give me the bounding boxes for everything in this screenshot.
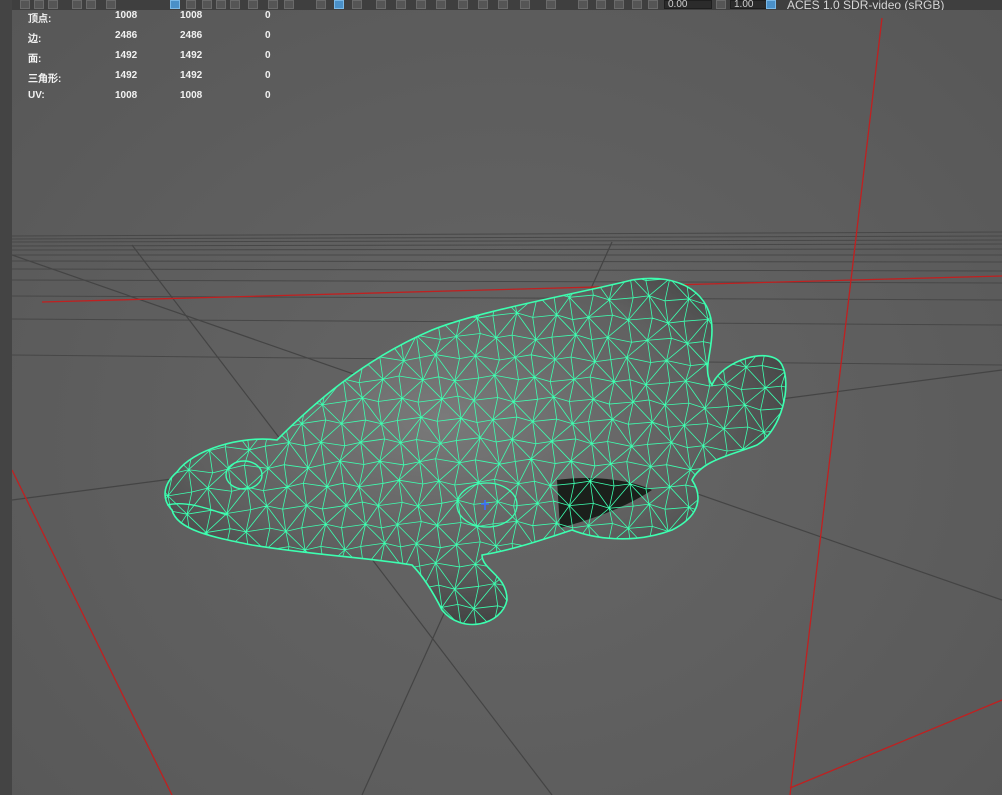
field-chart-icon[interactable] (396, 0, 406, 9)
hud-value: 1008 (115, 10, 138, 21)
safe-action-icon[interactable] (376, 0, 386, 9)
hud-value: 0 (265, 50, 271, 61)
resolution-gate-icon[interactable] (352, 0, 362, 9)
hud-value: 2486 (180, 30, 203, 41)
hud-icon[interactable] (520, 0, 530, 9)
hud-value: 2486 (115, 30, 138, 41)
hud-value: 1492 (180, 50, 203, 61)
ambient-occlusion-icon[interactable] (436, 0, 446, 9)
lights-icon[interactable] (416, 0, 426, 9)
hud-label: 面: (28, 54, 42, 65)
hud-value: 1492 (115, 50, 138, 61)
hud-value: 1008 (115, 90, 138, 101)
hud-value: 0 (265, 10, 271, 21)
pick-walk-icon[interactable] (546, 0, 556, 9)
hud-label: UV: (28, 90, 45, 101)
grid-icon[interactable] (170, 0, 180, 9)
rotate-icon[interactable] (86, 0, 96, 9)
hud-value: 0 (265, 30, 271, 41)
hud-value: 1008 (180, 90, 203, 101)
xray-icon[interactable] (284, 0, 294, 9)
motion-blur-icon[interactable] (458, 0, 468, 9)
lasso-icon[interactable] (34, 0, 44, 9)
exposure-field[interactable]: 0.00 (664, 0, 712, 10)
light-icon[interactable] (230, 0, 240, 9)
camera-icon[interactable] (316, 0, 326, 9)
fish-mesh[interactable] (149, 250, 805, 641)
playblast-icon[interactable] (596, 0, 606, 9)
shaded-icon[interactable] (202, 0, 212, 9)
hud-label: 三角形: (28, 74, 62, 85)
fish-body (165, 278, 786, 625)
scale-icon[interactable] (106, 0, 116, 9)
depth-of-field-icon[interactable] (498, 0, 508, 9)
hud-label: 顶点: (28, 14, 52, 25)
hud-value: 1492 (115, 70, 138, 81)
hud-value: 1492 (180, 70, 203, 81)
shadow-icon[interactable] (248, 0, 258, 9)
viewport-scene (12, 17, 1002, 795)
snapshot-icon[interactable] (578, 0, 588, 9)
hud-value: 0 (265, 90, 271, 101)
antialias-icon[interactable] (478, 0, 488, 9)
gamma-icon[interactable] (716, 0, 726, 9)
select-icon[interactable] (20, 0, 30, 9)
frame-all-icon[interactable] (614, 0, 624, 9)
3d-viewport[interactable] (12, 10, 1002, 795)
hud-value: 0 (265, 70, 271, 81)
film-gate-icon[interactable] (334, 0, 344, 9)
hud-label: 边: (28, 34, 42, 45)
exposure-icon[interactable] (648, 0, 658, 9)
paint-icon[interactable] (48, 0, 58, 9)
hud-value: 1008 (180, 10, 203, 21)
wireframe-icon[interactable] (186, 0, 196, 9)
textured-icon[interactable] (216, 0, 226, 9)
frame-selected-icon[interactable] (632, 0, 642, 9)
isolate-icon[interactable] (268, 0, 278, 9)
move-icon[interactable] (72, 0, 82, 9)
color-management-icon[interactable] (766, 0, 776, 9)
